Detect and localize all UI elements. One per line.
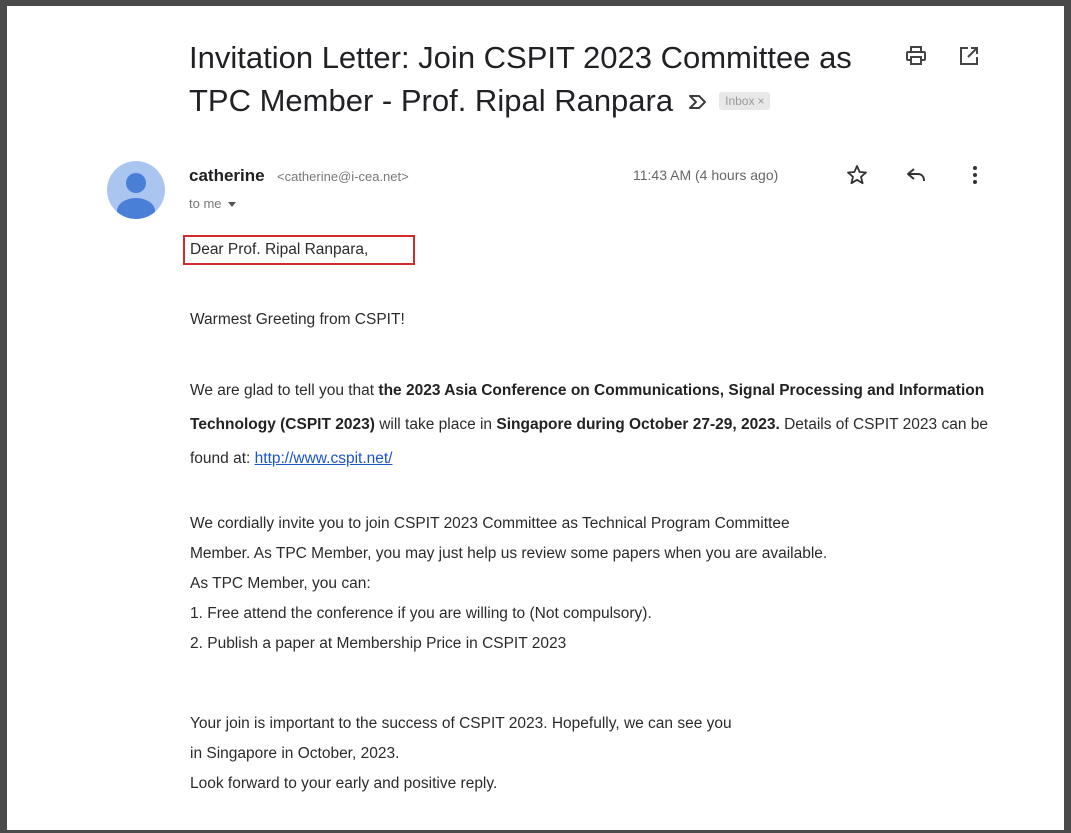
email-window: Invitation Letter: Join CSPIT 2023 Commi… — [0, 0, 1071, 833]
p1-middle: will take place in — [374, 416, 497, 433]
p3-line: Your join is important to the success of… — [190, 715, 732, 732]
inbox-label-text: Inbox — [725, 93, 755, 108]
recipient-text: to me — [189, 196, 222, 211]
paragraph-invitation: We cordially invite you to join CSPIT 20… — [190, 509, 990, 659]
recipient-details-toggle[interactable]: to me — [189, 196, 236, 211]
chevron-down-icon — [227, 202, 236, 208]
highlight-box — [183, 235, 415, 265]
star-icon[interactable] — [845, 163, 869, 187]
benefit-list-item: 2. Publish a paper at Membership Price i… — [190, 635, 567, 652]
sender-email: <catherine@i-cea.net> — [277, 169, 409, 184]
p2-line: We cordially invite you to join CSPIT 20… — [190, 515, 790, 532]
avatar-person-icon[interactable] — [107, 161, 165, 219]
remove-label-icon[interactable]: × — [757, 94, 764, 108]
paragraph-closing: Your join is important to the success of… — [190, 709, 990, 799]
print-icon[interactable] — [904, 44, 928, 68]
important-marker-icon[interactable] — [687, 79, 709, 122]
conference-website-link[interactable]: http://www.cspit.net/ — [255, 450, 393, 467]
benefit-list-item: 1. Free attend the conference if you are… — [190, 605, 652, 622]
warm-greeting: Warmest Greeting from CSPIT! — [190, 311, 405, 328]
sender-name[interactable]: catherine — [189, 166, 265, 186]
open-in-new-window-icon[interactable] — [957, 44, 981, 68]
p1-location-dates: Singapore during October 27-29, 2023. — [496, 416, 780, 433]
inbox-label-chip[interactable]: Inbox × — [719, 91, 771, 110]
email-timestamp: 11:43 AM (4 hours ago) — [633, 167, 779, 183]
p3-line: in Singapore in October, 2023. — [190, 745, 400, 762]
more-options-icon[interactable] — [963, 163, 987, 187]
paragraph-conference-info: We are glad to tell you that the 2023 As… — [190, 374, 990, 476]
p3-line: Look forward to your early and positive … — [190, 775, 498, 792]
reply-icon[interactable] — [904, 163, 928, 187]
p2-line: Member. As TPC Member, you may just help… — [190, 545, 828, 562]
email-subject: Invitation Letter: Join CSPIT 2023 Commi… — [189, 36, 909, 122]
p2-line: As TPC Member, you can: — [190, 575, 371, 592]
p1-intro: We are glad to tell you that — [190, 382, 379, 399]
